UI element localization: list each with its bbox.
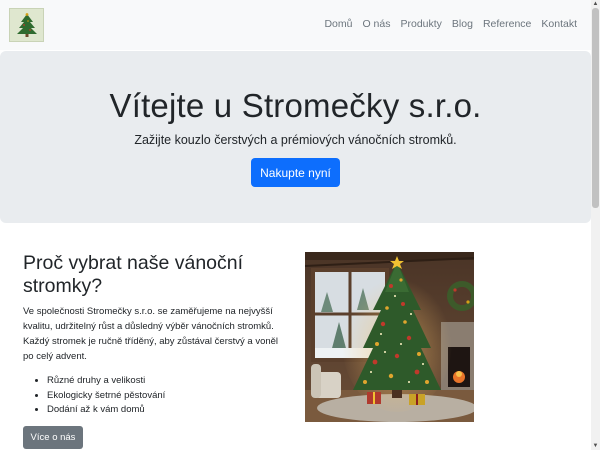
nav-link-home[interactable]: Domů <box>324 18 352 30</box>
shop-now-button[interactable]: Nakupte nyní <box>251 158 340 187</box>
why-title: Proč vybrat naše vánoční stromky? <box>23 252 244 297</box>
hero-title: Vítejte u Stromečky s.r.o. <box>109 87 482 124</box>
nav-link-references[interactable]: Reference <box>483 18 531 30</box>
christmas-tree-room-image <box>305 252 474 422</box>
feature-item: Různé druhy a velikosti <box>47 374 288 389</box>
scrollbar-thumb[interactable] <box>592 8 599 208</box>
hero-section: Vítejte u Stromečky s.r.o. Zažijte kouzl… <box>0 51 591 223</box>
scroll-up-icon[interactable]: ▲ <box>591 0 600 8</box>
nav-links: Domů O nás Produkty Blog Reference Konta… <box>324 18 577 30</box>
feature-item: Ekologicky šetrné pěstování <box>47 389 288 404</box>
about-us-button[interactable]: Více o nás <box>23 425 83 449</box>
nav-link-blog[interactable]: Blog <box>452 18 473 30</box>
christmas-tree-logo-icon[interactable] <box>9 8 44 42</box>
features-list: Různé druhy a velikosti Ekologicky šetrn… <box>47 374 288 418</box>
why-text: Ve společnosti Stromečky s.r.o. se zaměř… <box>23 306 279 362</box>
hero-subtitle: Zažijte kouzlo čerstvých a prémiových vá… <box>134 133 457 147</box>
scroll-down-icon[interactable]: ▼ <box>591 442 600 450</box>
nav-link-contact[interactable]: Kontakt <box>541 18 577 30</box>
feature-item: Dodání až k vám domů <box>47 403 288 418</box>
nav-link-about[interactable]: O nás <box>362 18 390 30</box>
nav-link-products[interactable]: Produkty <box>400 18 441 30</box>
why-section: Proč vybrat naše vánoční stromky? Ve spo… <box>23 252 288 449</box>
navbar: Domů O nás Produkty Blog Reference Konta… <box>0 0 591 50</box>
scrollbar[interactable]: ▲ ▼ <box>591 0 600 450</box>
